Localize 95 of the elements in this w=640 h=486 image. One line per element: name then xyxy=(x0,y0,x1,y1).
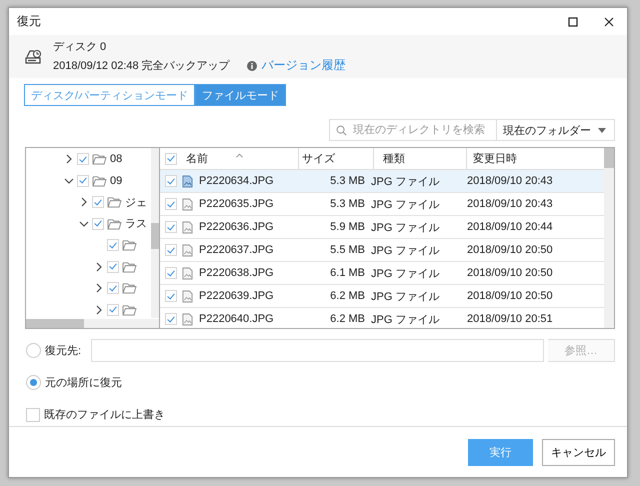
checkbox[interactable] xyxy=(165,244,177,256)
checkbox[interactable] xyxy=(165,290,177,302)
folder-name[interactable]: ラス xyxy=(125,216,147,232)
checkbox[interactable] xyxy=(165,152,177,165)
file-name: P2220639.JPG xyxy=(199,290,274,302)
disk-name: ディスク 0 xyxy=(53,40,108,54)
image-file-icon xyxy=(182,312,193,326)
file-name: P2220638.JPG xyxy=(199,267,274,280)
image-file-icon xyxy=(182,266,193,280)
file-type: JPG ファイル xyxy=(371,290,440,304)
file-name: P2220636.JPG xyxy=(199,221,274,234)
option-label[interactable]: 復元先: xyxy=(45,343,82,358)
image-file-icon xyxy=(182,244,193,257)
file-name: P2220640.JPG xyxy=(199,313,274,326)
scrollbar[interactable] xyxy=(604,148,614,328)
checkbox[interactable] xyxy=(107,304,119,316)
column-header[interactable]: サイズ xyxy=(299,148,374,170)
checkbox[interactable] xyxy=(92,196,104,208)
image-file-icon xyxy=(182,290,193,303)
checkbox[interactable] xyxy=(26,408,40,422)
modified-date: 2018/09/10 20:50 xyxy=(466,290,554,302)
file-type: JPG ファイル xyxy=(371,312,440,327)
folder-icon xyxy=(122,304,137,316)
dropdown-caret-icon xyxy=(598,128,606,133)
file-type: JPG ファイル xyxy=(371,174,440,189)
column-header[interactable]: 種類 xyxy=(374,148,467,170)
file-size: 5.9 MB xyxy=(329,221,366,234)
checkbox[interactable] xyxy=(77,174,89,187)
cancel-button[interactable]: キャンセル xyxy=(542,438,615,466)
folder-icon xyxy=(92,174,107,187)
image-file-icon xyxy=(182,198,193,211)
chevron-right-icon[interactable] xyxy=(64,154,74,164)
window-title: 復元 xyxy=(17,13,41,30)
search-field[interactable]: 現在のディレクトリを検索 xyxy=(329,119,497,142)
file-size: 6.2 MB xyxy=(329,290,366,302)
modified-date: 2018/09/10 20:44 xyxy=(466,221,554,234)
close-icon xyxy=(604,16,614,26)
file-name: P2220635.JPG xyxy=(199,198,274,210)
checkbox[interactable] xyxy=(77,153,89,166)
file-type: JPG ファイル xyxy=(371,266,440,281)
file-size: 6.1 MB xyxy=(329,267,366,280)
modified-date: 2018/09/10 20:51 xyxy=(466,313,554,326)
checkbox[interactable] xyxy=(165,267,177,280)
chevron-down-icon[interactable] xyxy=(79,218,89,229)
sort-caret-icon xyxy=(236,153,243,158)
file-size: 5.5 MB xyxy=(329,244,366,256)
folder-icon xyxy=(107,218,122,230)
info-icon xyxy=(246,60,257,71)
folder-icon xyxy=(122,260,137,273)
radio-button[interactable] xyxy=(26,375,41,390)
checkbox[interactable] xyxy=(107,239,119,252)
file-type: JPG ファイル xyxy=(371,220,440,235)
folder-icon xyxy=(122,282,137,294)
disk-icon xyxy=(24,48,42,65)
modified-date: 2018/09/10 20:50 xyxy=(466,244,554,256)
option-label[interactable]: 元の場所に復元 xyxy=(45,375,122,390)
checkbox[interactable] xyxy=(165,313,177,326)
checkbox[interactable] xyxy=(107,282,119,294)
folder-name[interactable]: 08 xyxy=(110,153,122,166)
file-size: 6.2 MB xyxy=(329,313,366,326)
chevron-right-icon[interactable] xyxy=(79,197,89,208)
column-header[interactable]: 名前 xyxy=(182,148,299,170)
file-name: P2220637.JPG xyxy=(199,244,274,256)
checkbox[interactable] xyxy=(165,198,177,210)
modified-date: 2018/09/10 20:43 xyxy=(466,198,554,210)
folder-name[interactable]: ジェ xyxy=(125,194,147,210)
file-size: 5.3 MB xyxy=(329,175,366,188)
radio-button[interactable] xyxy=(26,343,41,358)
modified-date: 2018/09/10 20:50 xyxy=(466,267,554,280)
chevron-right-icon[interactable] xyxy=(94,283,104,294)
backup-description: 2018/09/12 02:48 完全バックアップ xyxy=(53,58,230,74)
modified-date: 2018/09/10 20:43 xyxy=(466,175,554,188)
folder-icon xyxy=(92,153,107,166)
scrollbar[interactable] xyxy=(26,319,159,328)
checkbox[interactable] xyxy=(107,260,119,273)
checkbox[interactable] xyxy=(165,221,177,234)
scope-dropdown[interactable]: 現在のフォルダー xyxy=(497,119,615,142)
chevron-right-icon[interactable] xyxy=(94,304,104,315)
chevron-down-icon[interactable] xyxy=(64,176,74,186)
file-type: JPG ファイル xyxy=(371,198,440,212)
image-file-icon xyxy=(182,174,193,188)
folder-icon xyxy=(107,196,122,208)
image-file-icon xyxy=(182,220,193,234)
square-icon xyxy=(568,16,578,26)
file-name: P2220634.JPG xyxy=(199,175,274,188)
folder-icon xyxy=(122,239,137,252)
folder-name[interactable]: 09 xyxy=(110,174,122,187)
file-type: JPG ファイル xyxy=(371,244,440,258)
search-icon xyxy=(336,124,347,136)
checkbox[interactable] xyxy=(92,218,104,230)
scrollbar[interactable] xyxy=(151,148,159,318)
file-size: 5.3 MB xyxy=(329,198,366,210)
chevron-right-icon[interactable] xyxy=(94,262,104,272)
option-label[interactable]: 既存のファイルに上書き xyxy=(44,407,165,422)
checkbox[interactable] xyxy=(165,175,177,188)
